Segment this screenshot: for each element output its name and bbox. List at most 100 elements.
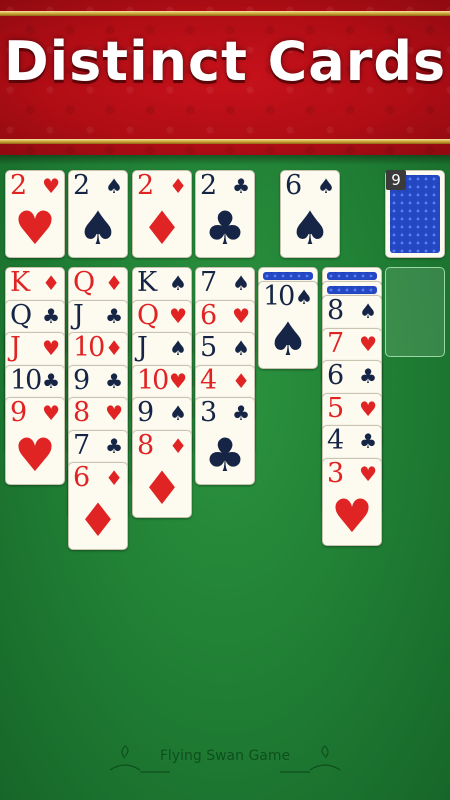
- card-rank: 6: [200, 300, 217, 331]
- card-rank: 8: [73, 397, 90, 428]
- clubs-suit-icon: ♣: [105, 304, 123, 328]
- stock-count-badge: 9: [386, 170, 406, 190]
- card-rank: J: [73, 300, 84, 331]
- card-10-of-spades[interactable]: 10 ♠ ♠: [258, 281, 318, 369]
- card-rank: 10: [10, 365, 42, 396]
- spades-suit-icon: ♠: [105, 174, 123, 198]
- card-rank: 6: [73, 462, 90, 493]
- card-2-of-spades[interactable]: 2 ♠ ♠: [68, 170, 128, 258]
- hearts-suit-icon: ♥: [359, 397, 377, 421]
- card-2-of-diamonds[interactable]: 2 ♦ ♦: [132, 170, 192, 258]
- card-back-icon: [327, 286, 377, 294]
- card-3-of-clubs[interactable]: 3 ♣ ♣: [195, 397, 255, 485]
- clubs-suit-icon: ♣: [359, 364, 377, 388]
- card-rank: 10: [73, 332, 105, 363]
- footer-brand-text: Flying Swan Game: [159, 748, 291, 764]
- card-rank: 8: [137, 430, 154, 461]
- card-6-of-diamonds[interactable]: 6 ♦ ♦: [68, 462, 128, 550]
- hearts-suit-icon: ♥: [169, 369, 187, 393]
- spades-suit-icon: ♠: [295, 285, 313, 309]
- clubs-suit-icon: ♣: [105, 434, 123, 458]
- card-rank: K: [137, 267, 157, 298]
- hearts-suit-icon: ♥: [169, 304, 187, 328]
- card-rank: 7: [327, 328, 344, 359]
- clubs-large-suit-icon: ♣: [204, 428, 246, 482]
- card-rank: K: [10, 267, 30, 298]
- clubs-large-suit-icon: ♣: [204, 201, 246, 255]
- card-6-of-spades[interactable]: 6 ♠ ♠: [280, 170, 340, 258]
- card-rank: 2: [73, 170, 90, 201]
- card-rank: 9: [10, 397, 27, 428]
- card-9-of-hearts[interactable]: 9 ♥ ♥: [5, 397, 65, 485]
- diamonds-large-suit-icon: ♦: [141, 461, 183, 515]
- clubs-suit-icon: ♣: [42, 369, 60, 393]
- hearts-suit-icon: ♥: [42, 174, 60, 198]
- hearts-large-suit-icon: ♥: [14, 201, 56, 255]
- diamonds-suit-icon: ♦: [105, 271, 123, 295]
- spades-suit-icon: ♠: [232, 271, 250, 295]
- empty-pile-slot[interactable]: [385, 267, 445, 357]
- spades-large-suit-icon: ♠: [77, 201, 119, 255]
- banner-shadow: [0, 155, 450, 165]
- card-rank: 4: [327, 425, 344, 456]
- card-2-of-clubs[interactable]: 2 ♣ ♣: [195, 170, 255, 258]
- gold-trim-top: [0, 11, 450, 16]
- diamonds-suit-icon: ♦: [42, 271, 60, 295]
- card-rank: 7: [200, 267, 217, 298]
- title-banner: Distinct Cards: [0, 0, 450, 155]
- clubs-suit-icon: ♣: [105, 369, 123, 393]
- card-back-icon: [327, 272, 377, 280]
- card-rank: 2: [200, 170, 217, 201]
- hearts-suit-icon: ♥: [42, 336, 60, 360]
- hearts-suit-icon: ♥: [42, 401, 60, 425]
- spades-large-suit-icon: ♠: [267, 312, 309, 366]
- card-rank: 2: [10, 170, 27, 201]
- hearts-suit-icon: ♥: [359, 332, 377, 356]
- diamonds-large-suit-icon: ♦: [141, 201, 183, 255]
- card-rank: 2: [137, 170, 154, 201]
- hearts-large-suit-icon: ♥: [14, 428, 56, 482]
- card-back-icon: [263, 272, 313, 280]
- clubs-suit-icon: ♣: [359, 429, 377, 453]
- card-rank: 10: [137, 365, 169, 396]
- spades-suit-icon: ♠: [317, 174, 335, 198]
- card-8-of-diamonds[interactable]: 8 ♦ ♦: [132, 430, 192, 518]
- card-rank: Q: [73, 267, 95, 298]
- banner-title: Distinct Cards: [3, 30, 447, 93]
- card-rank: 9: [73, 365, 90, 396]
- spades-large-suit-icon: ♠: [289, 201, 331, 255]
- diamonds-suit-icon: ♦: [232, 369, 250, 393]
- card-rank: Q: [137, 300, 159, 331]
- diamonds-large-suit-icon: ♦: [77, 493, 119, 547]
- diamonds-suit-icon: ♦: [105, 466, 123, 490]
- card-rank: 6: [285, 170, 302, 201]
- card-rank: 10: [263, 281, 295, 312]
- gold-trim-bottom: [0, 139, 450, 144]
- clubs-suit-icon: ♣: [42, 304, 60, 328]
- card-rank: 7: [73, 430, 90, 461]
- card-2-of-hearts[interactable]: 2 ♥ ♥: [5, 170, 65, 258]
- card-rank: 5: [200, 332, 217, 363]
- card-rank: 3: [327, 458, 344, 489]
- hearts-suit-icon: ♥: [232, 304, 250, 328]
- card-rank: J: [137, 332, 148, 363]
- card-rank: Q: [10, 300, 32, 331]
- card-rank: J: [10, 332, 21, 363]
- card-rank: 6: [327, 360, 344, 391]
- clubs-suit-icon: ♣: [232, 174, 250, 198]
- hearts-large-suit-icon: ♥: [331, 489, 373, 543]
- card-rank: 3: [200, 397, 217, 428]
- diamonds-suit-icon: ♦: [169, 434, 187, 458]
- footer-logo: Flying Swan Game: [100, 740, 350, 780]
- spades-suit-icon: ♠: [169, 401, 187, 425]
- diamonds-suit-icon: ♦: [105, 336, 123, 360]
- card-3-of-hearts[interactable]: 3 ♥ ♥: [322, 458, 382, 546]
- spades-suit-icon: ♠: [169, 336, 187, 360]
- spades-suit-icon: ♠: [359, 299, 377, 323]
- spades-suit-icon: ♠: [169, 271, 187, 295]
- card-rank: 4: [200, 365, 217, 396]
- card-rank: 8: [327, 295, 344, 326]
- spades-suit-icon: ♠: [232, 336, 250, 360]
- hearts-suit-icon: ♥: [359, 462, 377, 486]
- card-rank: 5: [327, 393, 344, 424]
